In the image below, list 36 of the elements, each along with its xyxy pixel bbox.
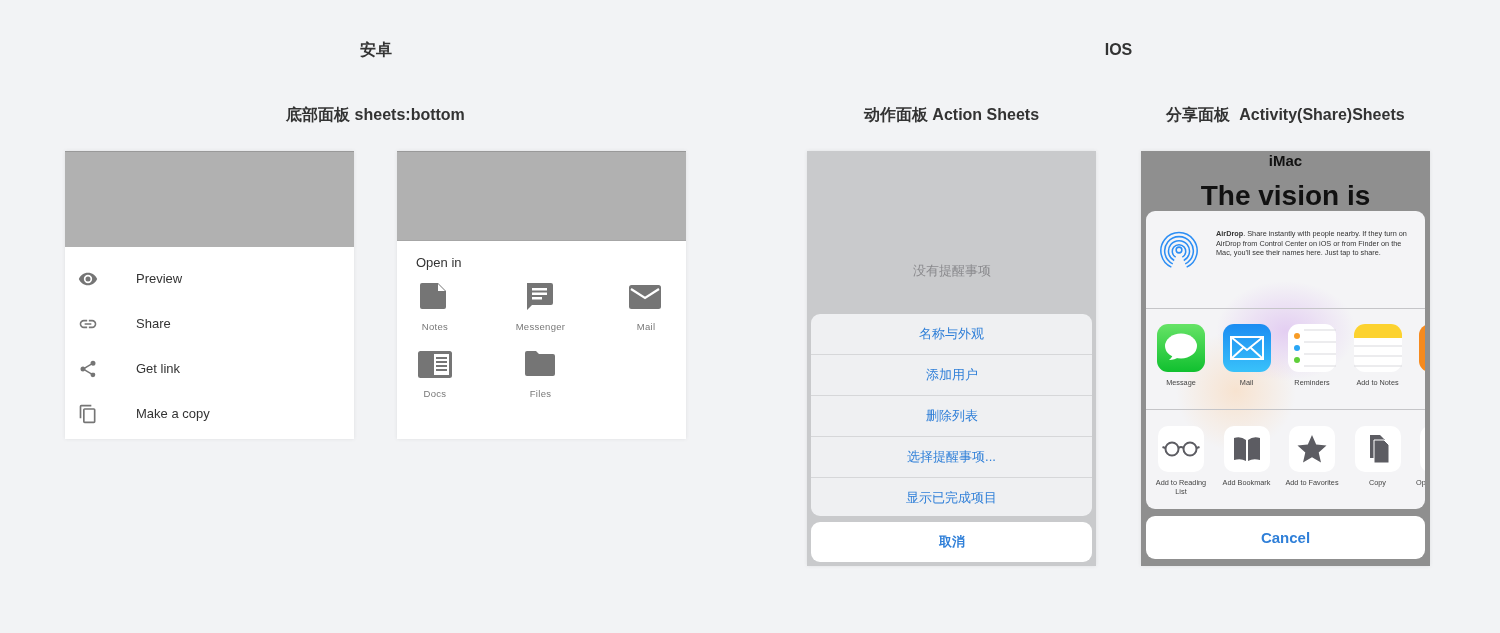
action-option[interactable]: 名称与外观 (811, 314, 1092, 355)
section-subtitle: 动作面板 Action Sheets (863, 105, 1040, 125)
share-icon (78, 358, 98, 379)
app-option[interactable]: Docs (397, 348, 473, 399)
section-subtitle: 分享面板 Activity(Share)Sheets (1166, 105, 1405, 125)
page-heading: The vision is (1200, 179, 1371, 213)
app-option[interactable]: Messenger (502, 281, 579, 332)
copy-icon (78, 403, 98, 424)
copy-icon (1354, 426, 1401, 472)
reminders-icon (1288, 324, 1336, 372)
section-title: IOS (1104, 40, 1133, 60)
document-icon (417, 348, 453, 380)
menu-item[interactable]: Get link (65, 346, 354, 391)
app-option[interactable]: Mail (608, 281, 684, 332)
menu-item[interactable]: Preview (65, 256, 354, 301)
action-option[interactable]: 添加用户 (811, 354, 1092, 396)
action-option[interactable]: 删除列表 (811, 395, 1092, 437)
empty-state-text: 没有提醒事项 (912, 261, 991, 280)
cancel-button[interactable]: Cancel (1146, 516, 1425, 559)
app-option[interactable]: Notes (397, 281, 473, 332)
cancel-button[interactable]: 取消 (811, 522, 1092, 562)
section-title: 安卓 (359, 40, 392, 60)
message-icon (1157, 324, 1205, 372)
notes-icon (1353, 324, 1402, 372)
section-subtitle: 底部面板 sheets:bottom (286, 105, 465, 125)
menu-item[interactable]: Share (65, 301, 354, 346)
airdrop-icon (1158, 229, 1200, 271)
mail-icon (1222, 324, 1271, 372)
sheet-heading: Open in (415, 255, 463, 271)
page-title: iMac (1268, 151, 1303, 171)
glasses-icon (1158, 426, 1204, 472)
book-icon (1223, 426, 1270, 472)
app-option[interactable]: Files (502, 348, 579, 399)
menu-item[interactable]: Make a copy (65, 391, 354, 436)
action-option[interactable]: 选择提醒事项... (811, 436, 1092, 478)
action-option[interactable]: 显示已完成项目 (811, 477, 1092, 517)
